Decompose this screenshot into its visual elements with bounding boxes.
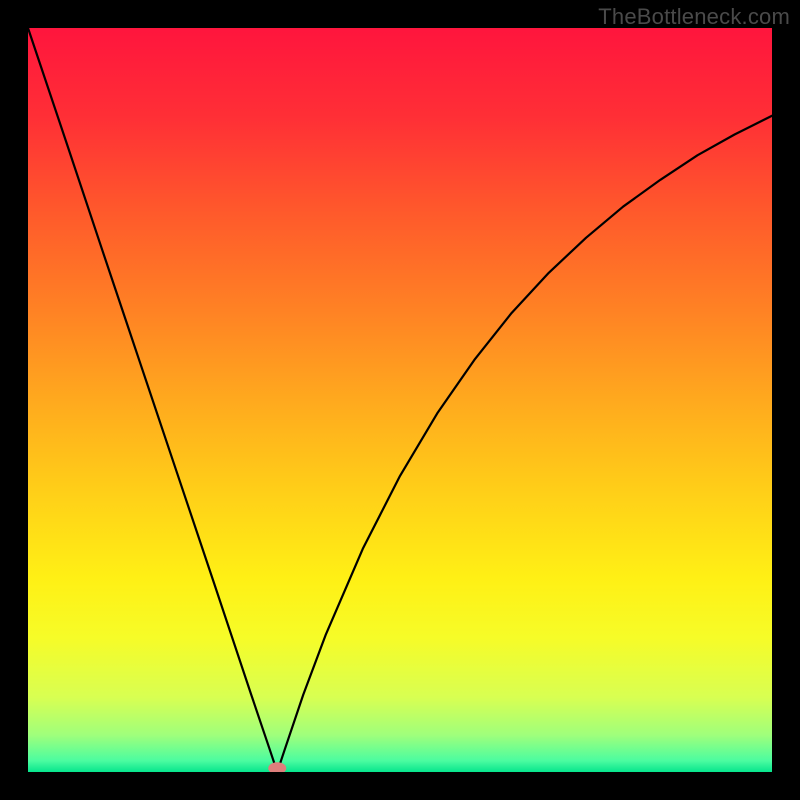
chart-frame: TheBottleneck.com [0, 0, 800, 800]
chart-svg [28, 28, 772, 772]
watermark-text: TheBottleneck.com [598, 4, 790, 30]
plot-area [28, 28, 772, 772]
gradient-background [28, 28, 772, 772]
